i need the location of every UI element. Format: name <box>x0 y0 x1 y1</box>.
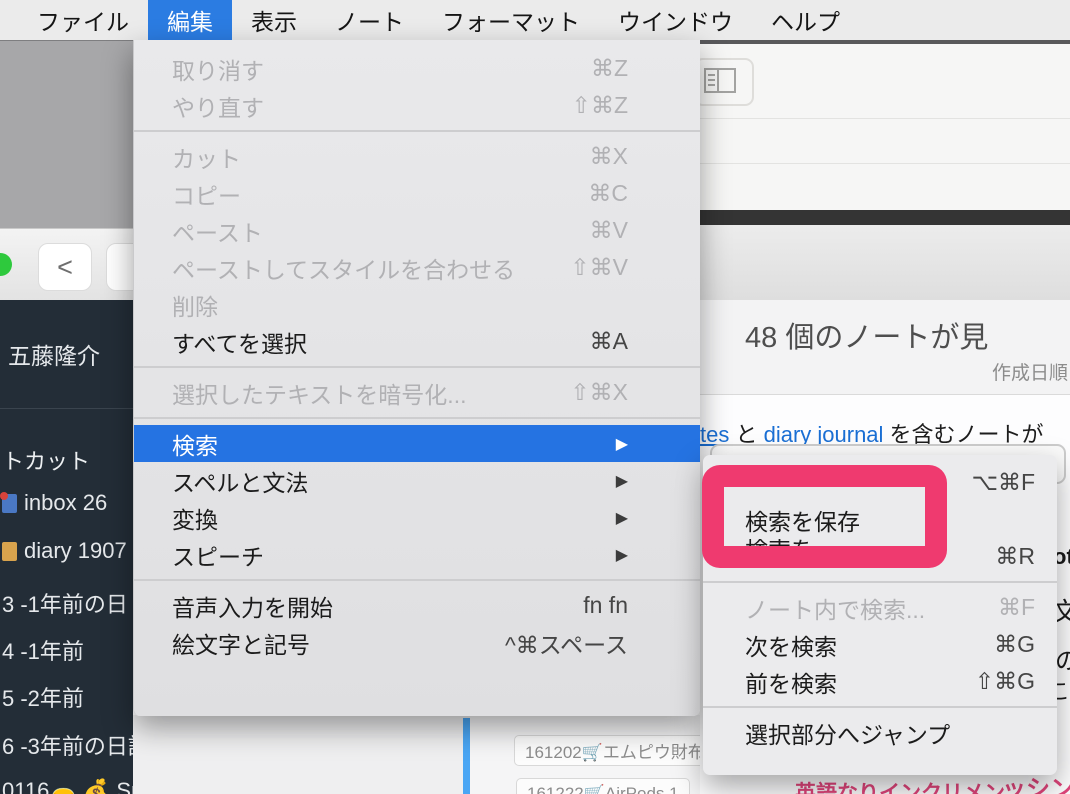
submenu-item-find-previous[interactable]: 前を検索⇧⌘G <box>703 663 1057 700</box>
menu-item-copy: コピー⌘C <box>134 175 700 212</box>
menu-item-cut: カット⌘X <box>134 138 700 175</box>
menu-item-start-dictation[interactable]: 音声入力を開始fn fn <box>134 587 700 624</box>
dark-window-edge <box>700 210 1070 225</box>
notebook-icon <box>2 494 17 513</box>
menubar-item-format[interactable]: フォーマット <box>423 0 599 40</box>
zoom-traffic-light-button[interactable] <box>0 253 12 276</box>
sidebar-item-diary[interactable]: diary 1907 <box>2 538 127 564</box>
background-window-top <box>700 40 1070 300</box>
results-header: 48 個のノートが見 作成日順 <box>700 300 1070 395</box>
sidebar-item[interactable]: 3 -1年前の日 <box>2 587 128 619</box>
menu-item-redo: やり直す⇧⌘Z <box>134 87 700 124</box>
menu-item-encrypt-selected-text: 選択したテキストを暗号化...⇧⌘X <box>134 374 700 411</box>
selected-note-indicator <box>463 718 470 794</box>
menubar-item-edit[interactable]: 編集 <box>148 0 232 40</box>
menu-separator <box>134 130 700 132</box>
toolbar-background <box>700 225 1070 300</box>
sidebar: 五藤隆介 トカット inbox 26 diary 1907 3 -1年前の日 4… <box>0 300 133 794</box>
divider <box>700 163 1070 164</box>
menubar-item-file[interactable]: ファイル <box>18 0 148 40</box>
menubar-item-window[interactable]: ウインドウ <box>599 0 752 40</box>
menu-item-paste-match-style: ペーストしてスタイルを合わせる⇧⌘V <box>134 249 700 286</box>
sort-order-label[interactable]: 作成日順 <box>992 358 1068 385</box>
menubar-item-note[interactable]: ノート <box>316 0 423 40</box>
menubar-item-help[interactable]: ヘルプ <box>752 0 859 40</box>
edit-menu: 取り消す⌘Z やり直す⇧⌘Z カット⌘X コピー⌘C ペースト⌘V ペーストして… <box>133 40 700 716</box>
menu-item-undo: 取り消す⌘Z <box>134 50 700 87</box>
divider <box>0 408 133 409</box>
account-name[interactable]: 五藤隆介 <box>8 337 100 371</box>
desktop-background <box>0 40 133 228</box>
sidebar-item[interactable]: 0116👝 💰 SnowMonkey購入 9 <box>2 773 133 794</box>
menu-separator <box>703 581 1057 583</box>
back-button[interactable]: < <box>38 243 92 291</box>
menu-item-delete: 削除 <box>134 286 700 323</box>
menu-separator <box>134 579 700 581</box>
divider <box>700 118 1070 119</box>
sidebar-section-shortcuts[interactable]: トカット <box>2 444 90 476</box>
submenu-item-find-in-note: ノート内で検索...⌘F <box>703 589 1057 626</box>
menu-item-spelling-grammar[interactable]: スペルと文法▶ <box>134 462 700 499</box>
annotation-highlight-box <box>702 465 947 568</box>
view-toggle-button[interactable] <box>694 58 754 106</box>
menubar-item-view[interactable]: 表示 <box>232 0 316 40</box>
tag-pill[interactable]: 161202🛒エムピウ財布 <box>514 735 716 766</box>
notebook-icon <box>2 542 17 561</box>
sidebar-item-inbox[interactable]: inbox 26 <box>2 490 107 516</box>
menu-bar: ファイル 編集 表示 ノート フォーマット ウインドウ ヘルプ <box>0 0 1070 40</box>
search-match-highlight-text: 英語なりインクリメン <box>795 777 1005 794</box>
window-toolbar: < <box>0 228 133 300</box>
submenu-item-find-next[interactable]: 次を検索⌘G <box>703 626 1057 663</box>
menu-item-speech[interactable]: スピーチ▶ <box>134 536 700 573</box>
background-text-fragment: の <box>1055 641 1070 676</box>
window-border <box>700 40 1070 44</box>
menu-item-select-all[interactable]: すべてを選択⌘A <box>134 323 700 360</box>
submenu-arrow-icon: ▶ <box>616 434 628 454</box>
note-list-strip: 161202🛒エムピウ財布 161222🛒AirPods 1 <box>133 715 700 794</box>
results-count: 48 個のノートが見 <box>745 314 988 356</box>
submenu-item-jump-to-selection[interactable]: 選択部分へジャンプ <box>703 714 1057 751</box>
menu-separator <box>134 366 700 368</box>
side-list-view-icon <box>704 68 736 93</box>
menu-item-find[interactable]: 検索▶ <box>134 425 700 462</box>
menu-item-paste: ペースト⌘V <box>134 212 700 249</box>
sidebar-item[interactable]: 6 -3年前の日記 <box>2 729 133 761</box>
menu-separator <box>134 417 700 419</box>
menu-item-transformations[interactable]: 変換▶ <box>134 499 700 536</box>
tag-pill[interactable]: 161222🛒AirPods 1 <box>516 778 690 794</box>
sidebar-item[interactable]: 4 -1年前 <box>2 634 84 666</box>
sidebar-item[interactable]: 5 -2年前 <box>2 681 84 713</box>
submenu-arrow-icon: ▶ <box>616 471 628 491</box>
menu-item-emoji-symbols[interactable]: 絵文字と記号^⌘スペース <box>134 624 700 661</box>
submenu-arrow-icon: ▶ <box>616 508 628 528</box>
menu-separator <box>703 706 1057 708</box>
screenshot-root: < 五藤隆介 トカット inbox 26 diary 1907 3 -1年前の日… <box>0 0 1070 794</box>
submenu-arrow-icon: ▶ <box>616 545 628 565</box>
